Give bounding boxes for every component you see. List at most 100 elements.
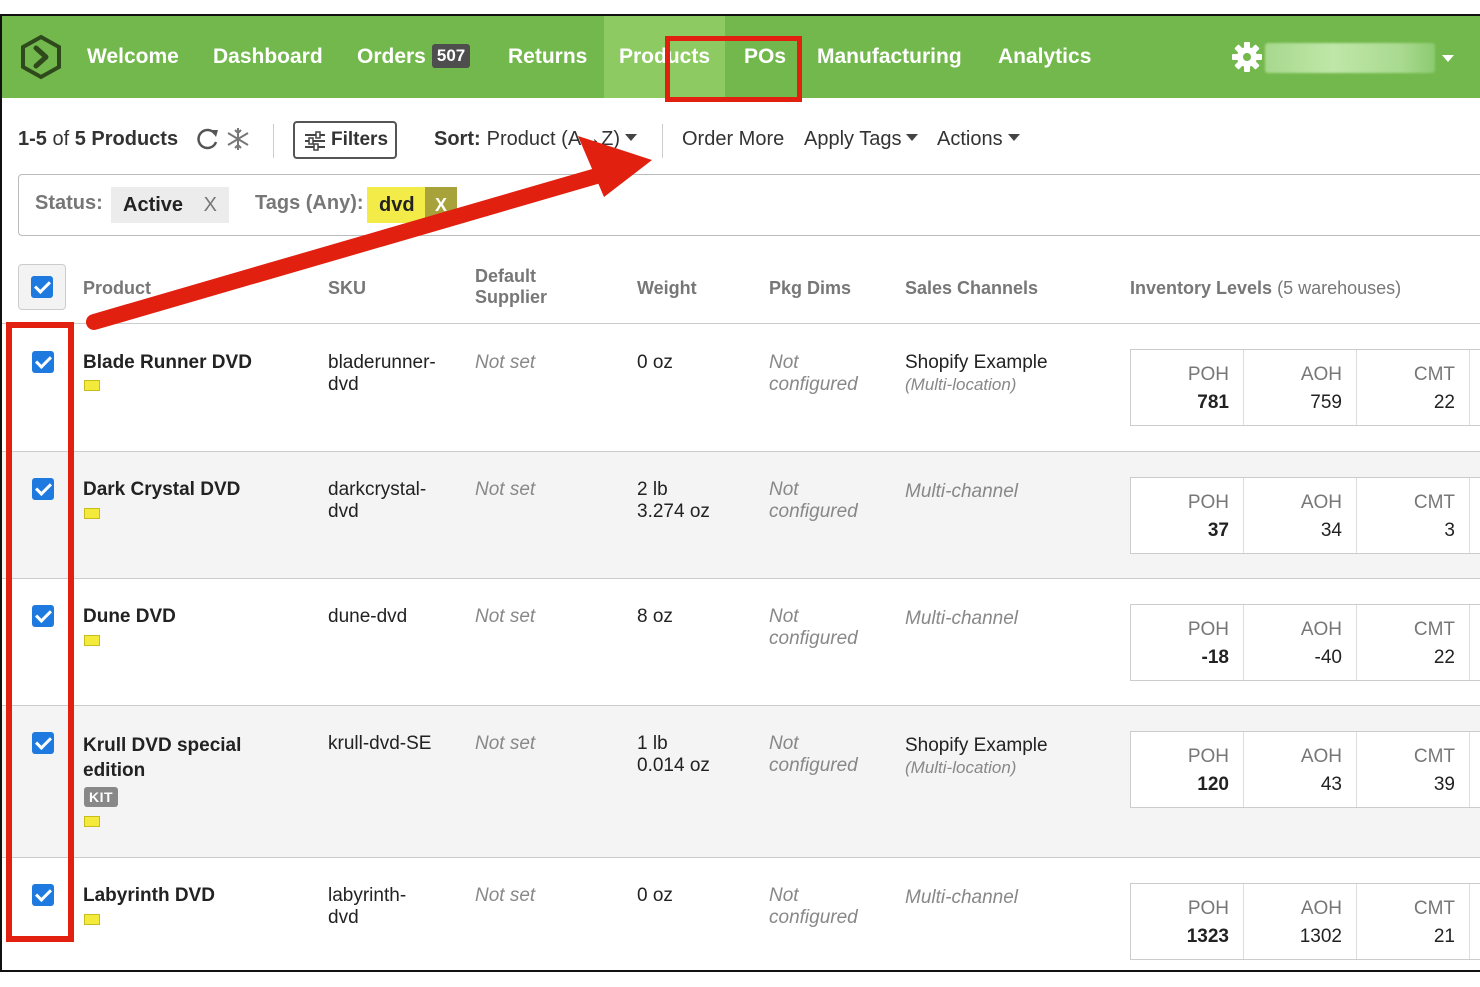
nav-label: Orders — [357, 45, 426, 68]
sku: krull-dvd-SE — [328, 733, 432, 754]
inv-aoh: AOH 1302 — [1244, 884, 1357, 959]
nav-manufacturing[interactable]: Manufacturing — [802, 16, 977, 98]
col-sku[interactable]: SKU — [328, 278, 366, 299]
nav-returns[interactable]: Returns — [493, 16, 602, 98]
apply-tags-dropdown[interactable]: Apply Tags — [804, 128, 919, 151]
col-supplier[interactable]: Default Supplier — [475, 266, 547, 308]
actions-dropdown[interactable]: Actions — [937, 128, 1020, 151]
sku: bladerunner-dvd — [328, 352, 436, 396]
inv-cmt: CMT 39 — [1357, 732, 1470, 807]
col-pkg-dims[interactable]: Pkg Dims — [769, 278, 851, 299]
sales-channel: Shopify Example (Multi-location) — [905, 352, 1048, 396]
inv-value: 39 — [1433, 774, 1455, 795]
tag-swatch — [84, 816, 100, 827]
select-all-checkbox[interactable] — [18, 264, 66, 310]
nav-label: Welcome — [87, 45, 179, 68]
filters-button[interactable]: Filters — [293, 121, 397, 159]
kit-badge: KIT — [84, 787, 119, 807]
table-row[interactable]: Dune DVD dune-dvd Not set 8 oz Not config… — [2, 579, 1480, 706]
inv-header: CMT — [1413, 492, 1455, 513]
pkg-line: Not — [769, 885, 799, 906]
gear-icon[interactable] — [1230, 40, 1264, 74]
inventory-levels: POH 781 AOH 759 CMT 22 — [1130, 349, 1480, 426]
channel-name: Shopify Example — [905, 735, 1048, 756]
nav-label: Manufacturing — [817, 45, 962, 68]
inv-header: POH — [1187, 619, 1229, 640]
remove-status-filter-icon[interactable]: X — [204, 187, 217, 223]
weight-line: 3.274 oz — [637, 501, 710, 522]
status-filter-chip[interactable]: Active X — [111, 187, 229, 223]
table-row[interactable]: Dark Crystal DVD darkcrystal-dvd Not set… — [2, 452, 1480, 579]
weight-line: 0.014 oz — [637, 755, 710, 776]
col-sales-channels[interactable]: Sales Channels — [905, 278, 1038, 299]
col-inventory[interactable]: Inventory Levels (5 warehouses) — [1130, 278, 1401, 299]
nav-analytics[interactable]: Analytics — [983, 16, 1106, 98]
status-filter-label: Status: — [35, 192, 103, 214]
order-more-button[interactable]: Order More — [682, 128, 784, 151]
weight: 0 oz — [637, 352, 673, 374]
supplier: Not set — [475, 733, 536, 754]
col-product[interactable]: Product — [83, 278, 151, 299]
apply-tags-label: Apply Tags — [804, 128, 902, 150]
app-window: Welcome Dashboard Orders 507 Returns Prod… — [0, 14, 1480, 972]
nav-dashboard[interactable]: Dashboard — [198, 16, 338, 98]
snowflake-icon[interactable] — [225, 126, 251, 152]
product-name[interactable]: Labyrinth DVD — [83, 885, 215, 907]
nav-welcome[interactable]: Welcome — [72, 16, 194, 98]
inv-header: CMT — [1413, 898, 1455, 919]
col-weight[interactable]: Weight — [637, 278, 697, 299]
col-supplier-line1: Default — [475, 266, 537, 286]
inv-poh: POH -18 — [1131, 605, 1244, 680]
nav-orders[interactable]: Orders 507 — [342, 16, 485, 98]
product-name[interactable]: Blade Runner DVD — [83, 352, 252, 374]
weight: 8 oz — [637, 606, 673, 627]
weight-line: 2 lb — [637, 479, 668, 500]
table-header: Product SKU Default Supplier Weight Pkg … — [2, 252, 1480, 324]
inv-value: 781 — [1197, 392, 1229, 413]
actions-label: Actions — [937, 128, 1003, 150]
inv-header: AOH — [1300, 746, 1342, 767]
inventory-levels: POH 37 AOH 34 CMT 3 — [1130, 477, 1480, 554]
refresh-icon[interactable] — [195, 126, 221, 152]
inv-header: AOH — [1300, 364, 1342, 385]
sales-channel: Shopify Example (Multi-location) — [905, 735, 1048, 779]
pkg-line: Not — [769, 352, 799, 373]
pkg-dims: Not configured — [769, 352, 858, 396]
product-name[interactable]: Krull DVD special edition — [83, 733, 241, 783]
pkg-line: configured — [769, 907, 858, 928]
checkbox-checked-icon — [31, 276, 53, 298]
inv-value: 22 — [1433, 392, 1455, 413]
sku-line: dvd — [328, 374, 359, 395]
sku-line: labyrinth- — [328, 885, 407, 906]
sku: labyrinth-dvd — [328, 885, 406, 929]
table-row[interactable]: Krull DVD special edition KIT krull-dvd-S… — [2, 706, 1480, 858]
remove-tag-filter-icon[interactable]: X — [425, 187, 457, 223]
pkg-dims: Not configured — [769, 606, 858, 650]
inv-value: -18 — [1201, 647, 1229, 668]
nav-label: Analytics — [998, 45, 1092, 68]
table-row[interactable]: Blade Runner DVD bladerunner-dvd Not set… — [2, 324, 1480, 452]
sku: dune-dvd — [328, 606, 408, 627]
table-row[interactable]: Labyrinth DVD labyrinth-dvd Not set 0 oz… — [2, 858, 1480, 970]
inv-header: CMT — [1413, 364, 1455, 385]
weight-line: 0 oz — [637, 352, 673, 373]
inv-header: POH — [1187, 364, 1229, 385]
sku-line: bladerunner- — [328, 352, 436, 373]
tag-filter-chip[interactable]: dvd — [367, 187, 425, 223]
sort-dropdown[interactable]: Sort: Product (A→Z) — [434, 128, 638, 151]
inv-poh: POH 120 — [1131, 732, 1244, 807]
inv-header: POH — [1187, 746, 1229, 767]
weight: 0 oz — [637, 885, 673, 906]
product-name[interactable]: Dune DVD — [83, 606, 176, 628]
inv-value: 1302 — [1299, 926, 1342, 947]
product-name[interactable]: Dark Crystal DVD — [83, 479, 240, 501]
tag-swatch — [84, 380, 100, 391]
chevron-down-icon[interactable] — [1442, 55, 1454, 62]
logo-icon[interactable] — [18, 34, 64, 80]
inv-aoh: AOH 759 — [1244, 350, 1357, 425]
col-inventory-note: (5 warehouses) — [1277, 278, 1402, 298]
supplier: Not set — [475, 352, 536, 373]
pkg-dims: Not configured — [769, 885, 858, 929]
user-menu-redacted[interactable] — [1265, 43, 1435, 73]
supplier: Not set — [475, 606, 536, 627]
